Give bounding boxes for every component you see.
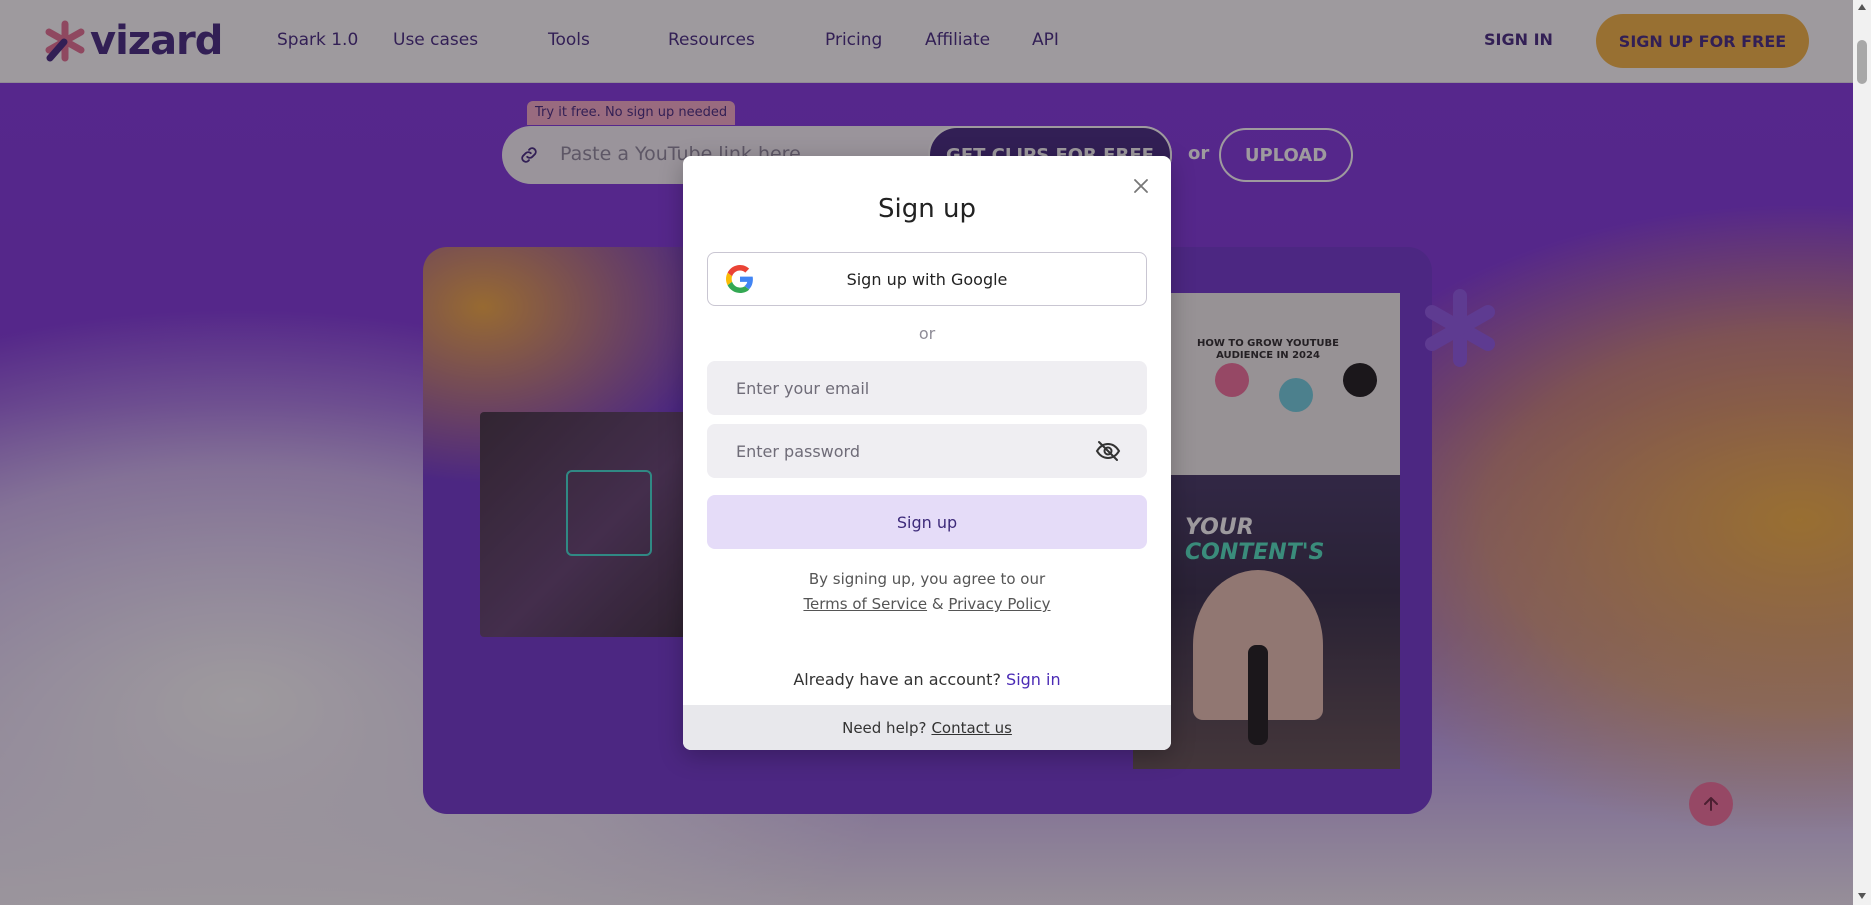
scroll-down-arrow-icon[interactable]	[1858, 893, 1866, 899]
email-field[interactable]: Enter your email	[707, 361, 1147, 415]
password-placeholder: Enter password	[736, 441, 860, 461]
sign-in-link[interactable]: Sign in	[1006, 670, 1061, 689]
email-placeholder: Enter your email	[736, 378, 870, 398]
sign-up-with-google-button[interactable]: Sign up with Google	[707, 252, 1147, 306]
modal-title: Sign up	[878, 194, 976, 224]
google-button-label: Sign up with Google	[846, 269, 1008, 289]
terms-ampersand: &	[931, 595, 944, 613]
help-text: Need help?	[842, 718, 927, 737]
sign-up-modal: Sign up Sign up with Google or Enter you…	[683, 156, 1171, 750]
page-scrollbar[interactable]	[1853, 0, 1871, 905]
password-field[interactable]: Enter password	[707, 424, 1147, 478]
eye-off-icon[interactable]	[1095, 439, 1121, 463]
terms-prefix: By signing up, you agree to our	[808, 570, 1046, 588]
already-have-account: Already have an account? Sign in	[683, 670, 1171, 689]
google-icon	[726, 265, 753, 293]
privacy-policy-link[interactable]: Privacy Policy	[948, 595, 1050, 613]
already-text: Already have an account?	[793, 670, 1001, 689]
terms-text: By signing up, you agree to our Terms of…	[683, 567, 1171, 617]
terms-of-service-link[interactable]: Terms of Service	[803, 595, 927, 613]
contact-us-link[interactable]: Contact us	[931, 719, 1011, 737]
scrollbar-thumb[interactable]	[1857, 40, 1867, 84]
help-bar: Need help? Contact us	[683, 705, 1171, 750]
scroll-up-arrow-icon[interactable]	[1858, 4, 1866, 10]
sign-up-submit-button[interactable]: Sign up	[707, 495, 1147, 549]
or-divider: or	[918, 324, 936, 343]
